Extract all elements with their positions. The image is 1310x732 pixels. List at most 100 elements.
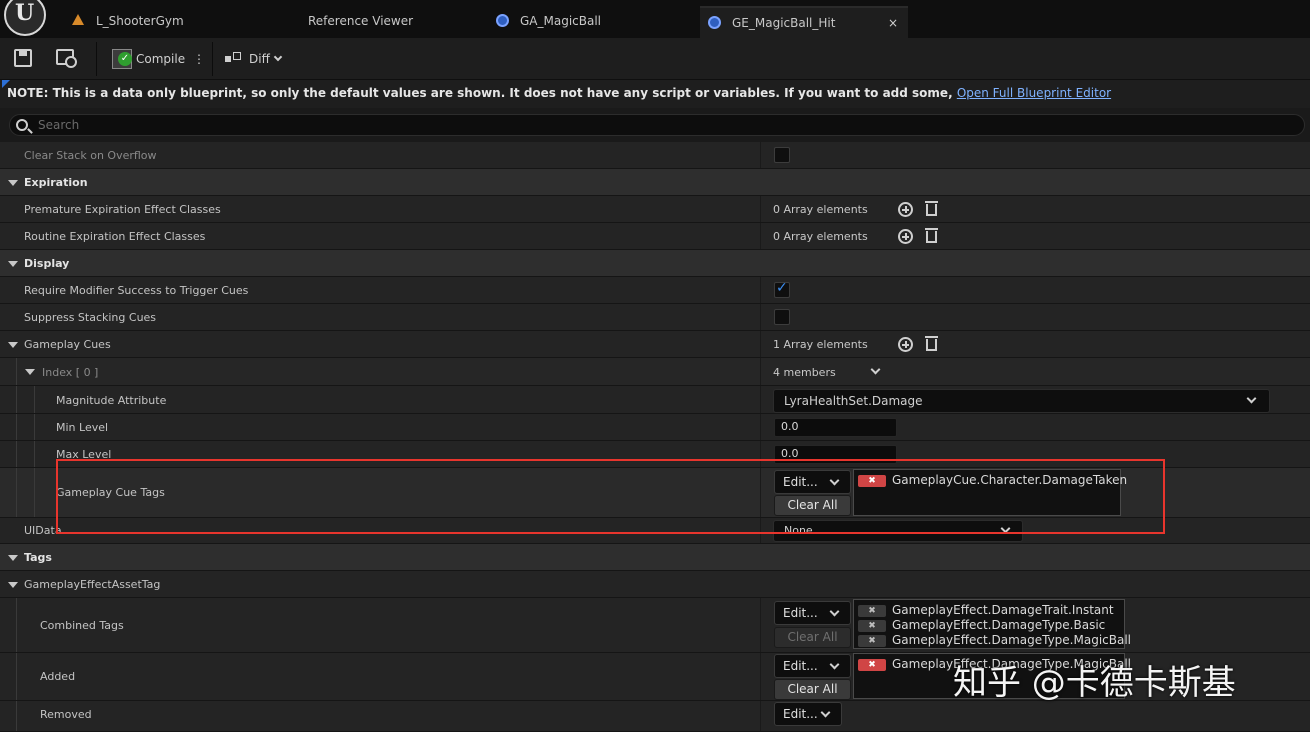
expand-arrow-icon[interactable] [8,555,18,561]
blueprint-icon [496,14,509,27]
row-gameplay-effect-asset-tag[interactable]: GameplayEffectAssetTag [0,571,1310,598]
expand-arrow-icon[interactable] [8,342,18,348]
indent-guide [34,468,35,517]
indent-guide [16,358,17,385]
open-full-editor-link[interactable]: Open Full Blueprint Editor [957,86,1111,100]
row-clear-stack-on-overflow: Clear Stack on Overflow [0,142,1310,169]
min-level-input[interactable]: 0.0 [774,418,897,437]
tag-label: GameplayEffect.DamageType.MagicBall [892,633,1132,647]
search-input[interactable] [38,117,1238,133]
add-element-icon[interactable] [898,229,913,244]
expand-arrow-icon[interactable] [8,180,18,186]
indent-guide [16,653,17,700]
clear-all-button[interactable]: Clear All [774,679,851,700]
property-label: Routine Expiration Effect Classes [24,230,206,243]
column-divider [760,277,761,303]
column-divider [760,223,761,249]
search-box[interactable] [9,114,1305,136]
row-gameplay-cues[interactable]: Gameplay Cues 1 Array elements [0,331,1310,358]
edit-label: Edit... [783,606,818,620]
tab-l-shootergym[interactable]: L_ShooterGym [72,6,282,38]
unreal-logo-icon[interactable]: U [4,0,46,36]
chevron-down-icon[interactable] [870,364,881,375]
remove-tag-icon[interactable]: ✖ [858,659,886,671]
trash-icon[interactable] [925,201,938,216]
search-bar [0,108,1310,142]
tab-ge-magicball-hit[interactable]: GE_MagicBall_Hit × [700,6,908,38]
property-label: Index [ 0 ] [42,366,99,379]
diff-button[interactable]: Diff [225,47,285,71]
row-index-0[interactable]: Index [ 0 ] 4 members [0,358,1310,386]
property-label: Premature Expiration Effect Classes [24,203,221,216]
tab-label: Reference Viewer [308,14,414,28]
tab-reference-viewer[interactable]: Reference Viewer [300,6,480,38]
indent-guide [34,386,35,413]
compile-options-button[interactable]: ⋮ [193,47,205,71]
expand-arrow-icon[interactable] [25,369,35,375]
row-removed: Removed Edit... [0,701,1310,732]
trash-icon[interactable] [925,336,938,351]
edit-label: Edit... [783,707,818,721]
level-icon [72,14,84,25]
chevron-down-icon [829,659,840,670]
row-require-modifier-success: Require Modifier Success to Trigger Cues [0,277,1310,304]
clear-stack-checkbox[interactable] [774,147,790,163]
row-min-level: Min Level 0.0 [0,414,1310,441]
category-expiration[interactable]: Expiration [0,169,1310,196]
tab-bar: U L_ShooterGym Reference Viewer GA_Magic… [0,0,1310,38]
compile-button[interactable]: Compile [112,47,198,71]
row-combined-tags: Combined Tags Edit... Clear All ✖ Gamepl… [0,598,1310,653]
notice-text-line: NOTE: This is a data only blueprint, so … [7,86,1111,100]
edit-tags-button[interactable]: Edit... [774,702,842,726]
toolbar-divider [96,42,97,76]
edit-tags-button[interactable]: Edit... [774,601,851,625]
tag-label: GameplayEffect.DamageTrait.Instant [892,603,1114,617]
category-tags[interactable]: Tags [0,544,1310,571]
chevron-down-icon [273,52,283,62]
edit-tags-button[interactable]: Edit... [774,654,851,678]
more-options-icon: ⋮ [193,52,205,66]
column-divider [760,653,761,700]
expand-arrow-icon[interactable] [8,582,18,588]
browse-asset-icon[interactable] [56,49,77,68]
search-icon [16,119,28,131]
remove-tag-icon: ✖ [858,620,886,632]
close-icon[interactable]: × [888,8,898,38]
toolbar-divider [212,42,213,76]
require-modifier-checkbox[interactable] [774,280,790,298]
expand-arrow-icon[interactable] [8,261,18,267]
column-divider [760,414,761,440]
add-element-icon[interactable] [898,337,913,352]
row-routine-expiration: Routine Expiration Effect Classes 0 Arra… [0,223,1310,250]
data-only-notice: NOTE: This is a data only blueprint, so … [0,80,1310,108]
tab-label: L_ShooterGym [96,14,184,28]
property-label: Clear Stack on Overflow [24,149,157,162]
indent-guide [16,441,17,467]
save-icon[interactable] [14,49,32,67]
tab-ga-magicball[interactable]: GA_MagicBall [496,6,686,38]
clear-all-button: Clear All [774,627,851,648]
property-label: Require Modifier Success to Trigger Cues [24,284,249,297]
property-label: Added [40,670,76,683]
indent-guide [16,598,17,652]
magnitude-attribute-dropdown[interactable]: LyraHealthSet.Damage [773,389,1270,413]
row-magnitude-attribute: Magnitude Attribute LyraHealthSet.Damage [0,386,1310,414]
remove-tag-icon: ✖ [858,605,886,617]
toolbar: Compile ⋮ Diff [0,38,1310,80]
indent-guide [16,414,17,440]
chevron-down-icon [820,707,831,718]
tag-list: ✖ GameplayEffect.DamageTrait.Instant ✖ G… [853,599,1131,649]
column-divider [760,358,761,385]
blueprint-icon [708,16,721,29]
indent-guide [34,414,35,440]
logo-glyph: U [15,0,35,26]
category-display[interactable]: Display [0,250,1310,277]
dropdown-value: LyraHealthSet.Damage [784,394,923,408]
notice-text: NOTE: This is a data only blueprint, so … [7,86,957,100]
indent-guide [34,441,35,467]
trash-icon[interactable] [925,228,938,243]
property-label: Gameplay Cues [24,338,111,351]
add-element-icon[interactable] [898,202,913,217]
category-label: Expiration [24,176,88,189]
suppress-stacking-checkbox[interactable] [774,309,790,325]
